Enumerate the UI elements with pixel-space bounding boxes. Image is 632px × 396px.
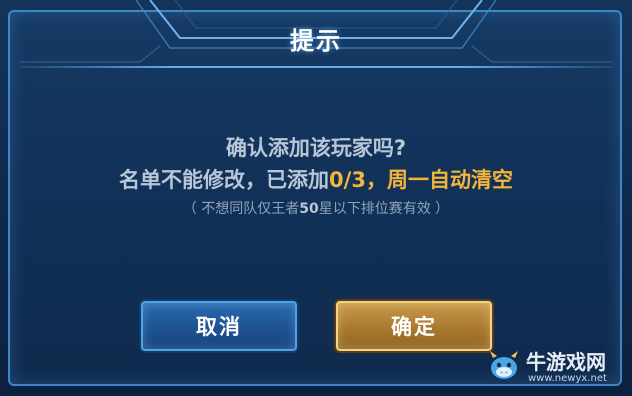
limit-message-prefix: 名单不能修改，已添加 xyxy=(119,168,330,192)
confirm-button-label: 确定 xyxy=(391,315,437,339)
cow-mascot-icon xyxy=(490,351,518,379)
watermark-site-name: 牛游戏网 xyxy=(526,350,606,374)
cancel-button-label: 取消 xyxy=(196,315,242,339)
note-suffix: 星以下排位赛有效 ） xyxy=(318,201,450,217)
list-limit-message: 名单不能修改，已添加0/3，周一自动清空 xyxy=(0,164,632,194)
watermark-url: www.newyx.net xyxy=(528,373,607,384)
restriction-note: （ 不想同队仅王者50星以下排位赛有效 ） xyxy=(0,198,632,218)
dialog-title: 提示 xyxy=(290,27,342,55)
site-watermark: 牛游戏网 www.newyx.net xyxy=(486,346,626,392)
note-prefix: （ 不想同队仅王者 xyxy=(182,201,300,217)
cancel-button[interactable]: 取消 xyxy=(141,301,297,351)
note-stars: 50 xyxy=(299,201,319,217)
game-screen: 提示 确认添加该玩家吗? 名单不能修改，已添加0/3，周一自动清空 （ 不想同队… xyxy=(0,0,632,396)
added-count: 0/3 xyxy=(329,168,366,192)
confirm-button[interactable]: 确定 xyxy=(336,301,492,351)
limit-message-suffix: ，周一自动清空 xyxy=(365,168,513,192)
confirm-question: 确认添加该玩家吗? xyxy=(225,136,407,160)
